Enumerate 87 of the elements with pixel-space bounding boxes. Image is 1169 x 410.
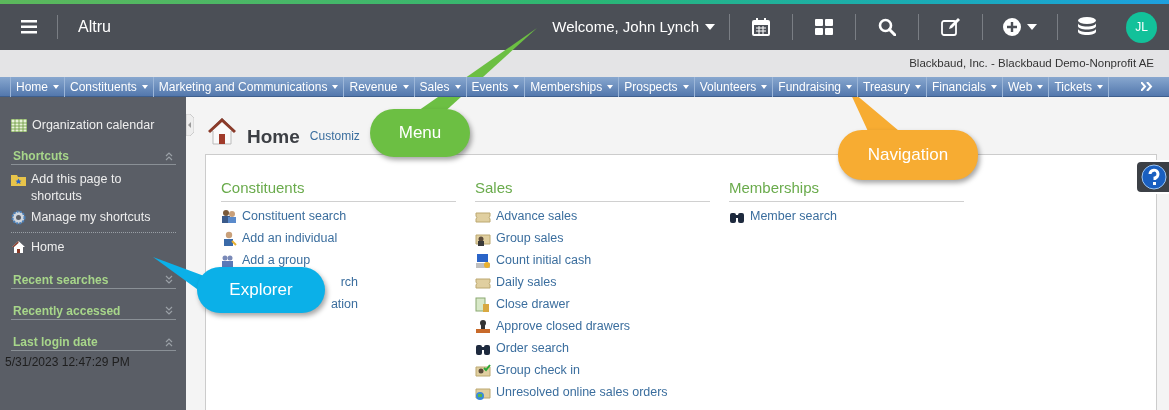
link[interactable]: Advance sales: [496, 207, 578, 226]
house-icon: [207, 116, 237, 146]
folder-icon: [11, 173, 26, 186]
link[interactable]: Daily sales: [496, 273, 557, 292]
more-icon[interactable]: [1141, 82, 1153, 91]
link[interactable]: Add a group: [242, 251, 311, 270]
add-menu-button[interactable]: [1003, 18, 1037, 36]
section-header[interactable]: Recent searches: [13, 270, 109, 289]
people-icon: [221, 208, 237, 225]
calendar-icon: [11, 118, 27, 132]
nav-menu-item[interactable]: Constituents: [64, 76, 153, 97]
caret-icon: [682, 84, 689, 89]
caret-icon: [1037, 84, 1044, 89]
shortcut-link[interactable]: Manage my shortcuts: [31, 209, 171, 226]
collapse-icon[interactable]: [165, 150, 173, 161]
edit-icon[interactable]: [941, 18, 960, 36]
help-button[interactable]: [1135, 160, 1169, 194]
section-title: Sales: [475, 177, 710, 202]
caret-icon: [846, 84, 853, 89]
nav-menu-item[interactable]: Sales: [413, 76, 466, 97]
caret-icon: [454, 84, 461, 89]
caret-icon: [141, 84, 148, 89]
link[interactable]: Group check in: [496, 361, 581, 380]
caret-icon: [705, 24, 715, 30]
person-icon: [221, 230, 237, 247]
nav-menu-item[interactable]: Memberships: [524, 76, 619, 97]
organization-name: Blackbaud, Inc. - Blackbaud Demo-Nonprofit AE: [909, 55, 1154, 71]
link[interactable]: Unresolved online sales orders: [496, 383, 668, 402]
shortcut-link[interactable]: Add this page to shortcuts: [31, 171, 171, 205]
plus-icon: [1003, 18, 1021, 36]
nav-menu-item[interactable]: Tickets: [1048, 76, 1108, 97]
house-icon: [11, 240, 26, 254]
tiles-icon[interactable]: [815, 19, 833, 35]
collapse-handle-icon[interactable]: [186, 114, 194, 136]
caret-icon: [1097, 84, 1103, 89]
stamp-icon: [475, 318, 491, 335]
computer-icon: [475, 252, 491, 269]
nav-menu-item[interactable]: Volunteers: [693, 76, 773, 97]
nav-menu-item[interactable]: Treasury: [857, 76, 926, 97]
database-icon[interactable]: [1078, 17, 1096, 37]
login-date: 5/31/2023 12:47:29 PM: [5, 354, 131, 371]
caret-icon: [513, 84, 520, 89]
section-header[interactable]: Shortcuts: [13, 146, 69, 165]
nav-menu-item[interactable]: Home: [10, 76, 64, 97]
collapse-icon[interactable]: [165, 336, 173, 347]
link[interactable]: Count initial cash: [496, 251, 592, 270]
section-header[interactable]: Recently accessed: [13, 301, 121, 320]
search-icon[interactable]: [878, 18, 896, 36]
nav-menu-item[interactable]: Marketing and Communications: [152, 76, 344, 97]
shortcut-link[interactable]: Home: [31, 239, 171, 256]
customize-link[interactable]: Customiz: [309, 127, 360, 145]
link[interactable]: Member search: [750, 207, 837, 226]
link[interactable]: Group sales: [496, 229, 564, 248]
link[interactable]: rch: [340, 273, 358, 292]
link[interactable]: Close drawer: [496, 295, 570, 314]
gear-icon: [11, 210, 26, 225]
caret-icon: [607, 84, 614, 89]
link[interactable]: Add an individual: [242, 229, 338, 248]
link[interactable]: ation: [330, 295, 358, 314]
caret-icon: [332, 84, 339, 89]
calendar-link[interactable]: Organization calendar: [32, 115, 155, 135]
caret-icon: [914, 84, 921, 89]
link[interactable]: Approve closed drawers: [496, 317, 631, 336]
caret-icon: [402, 84, 409, 89]
nav-menu-item[interactable]: Revenue: [343, 76, 414, 97]
calendar-icon[interactable]: [752, 18, 770, 36]
nav-menu-item[interactable]: Fundraising: [772, 76, 858, 97]
nav-menu-item[interactable]: Web: [1002, 76, 1049, 97]
caret-icon: [53, 84, 59, 89]
link[interactable]: Constituent search: [242, 207, 347, 226]
caret-icon: [761, 84, 768, 89]
expand-icon[interactable]: [165, 274, 173, 285]
caret-icon: [1027, 24, 1037, 30]
section-header[interactable]: Last login date: [13, 332, 98, 351]
callout: Menu: [370, 109, 470, 157]
app-name[interactable]: Altru: [78, 15, 111, 39]
page-title: Home: [247, 127, 300, 146]
document-icon: [475, 296, 491, 313]
caret-icon: [991, 84, 997, 89]
user-menu-button[interactable]: Welcome, John Lynch: [552, 15, 715, 39]
link[interactable]: Order search: [496, 339, 569, 358]
nav-menu-item[interactable]: Prospects: [618, 76, 694, 97]
nav-menu-item[interactable]: Financials: [925, 76, 1002, 97]
section-title: Constituents: [221, 177, 456, 202]
ticket-icon: [475, 362, 491, 379]
expand-icon[interactable]: [165, 305, 173, 316]
menu-icon[interactable]: [21, 20, 37, 34]
